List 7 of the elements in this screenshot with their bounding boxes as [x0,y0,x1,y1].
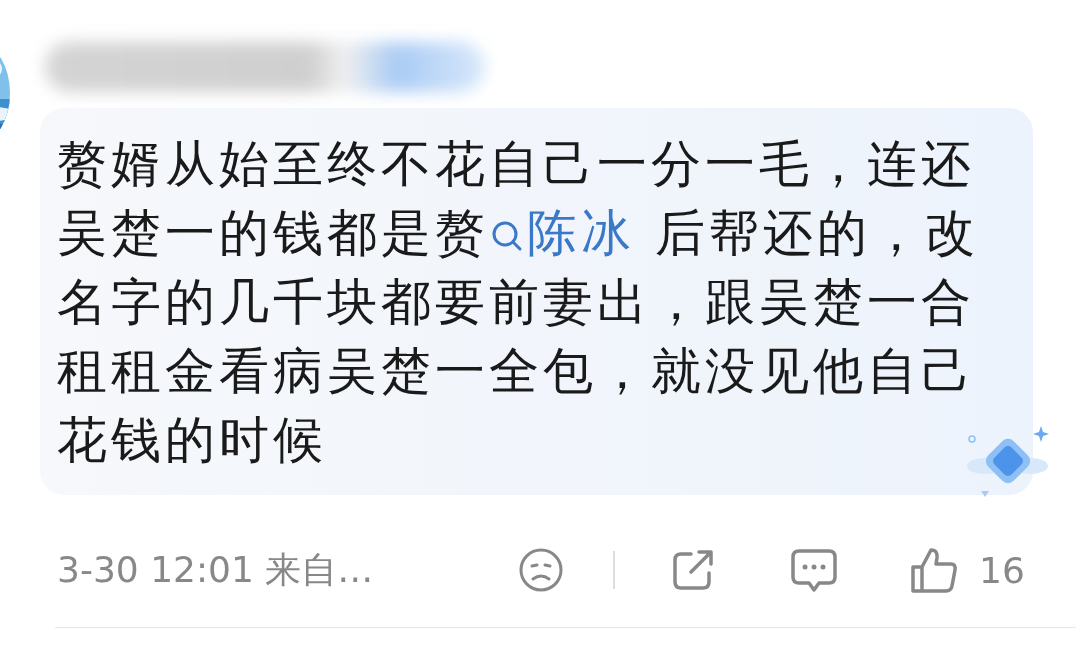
comment-meta: 3-30 12:01 来自… [57,547,375,592]
sad-face-icon[interactable] [517,546,565,594]
like-count: 16 [979,549,1025,591]
source-label[interactable]: 来自… [265,548,374,590]
search-link[interactable]: 陈冰 [489,204,635,262]
comment-text: 赘婿从始至终不花自己一分一毛，连还吴楚一的钱都是赘 陈冰 后帮还的，改名字的几千块都要前妻出，跟吴楚一合租租金看病吴楚一全包，就没见他自己花钱的时候 [57,134,980,471]
thumbs-up-icon[interactable] [909,545,959,595]
